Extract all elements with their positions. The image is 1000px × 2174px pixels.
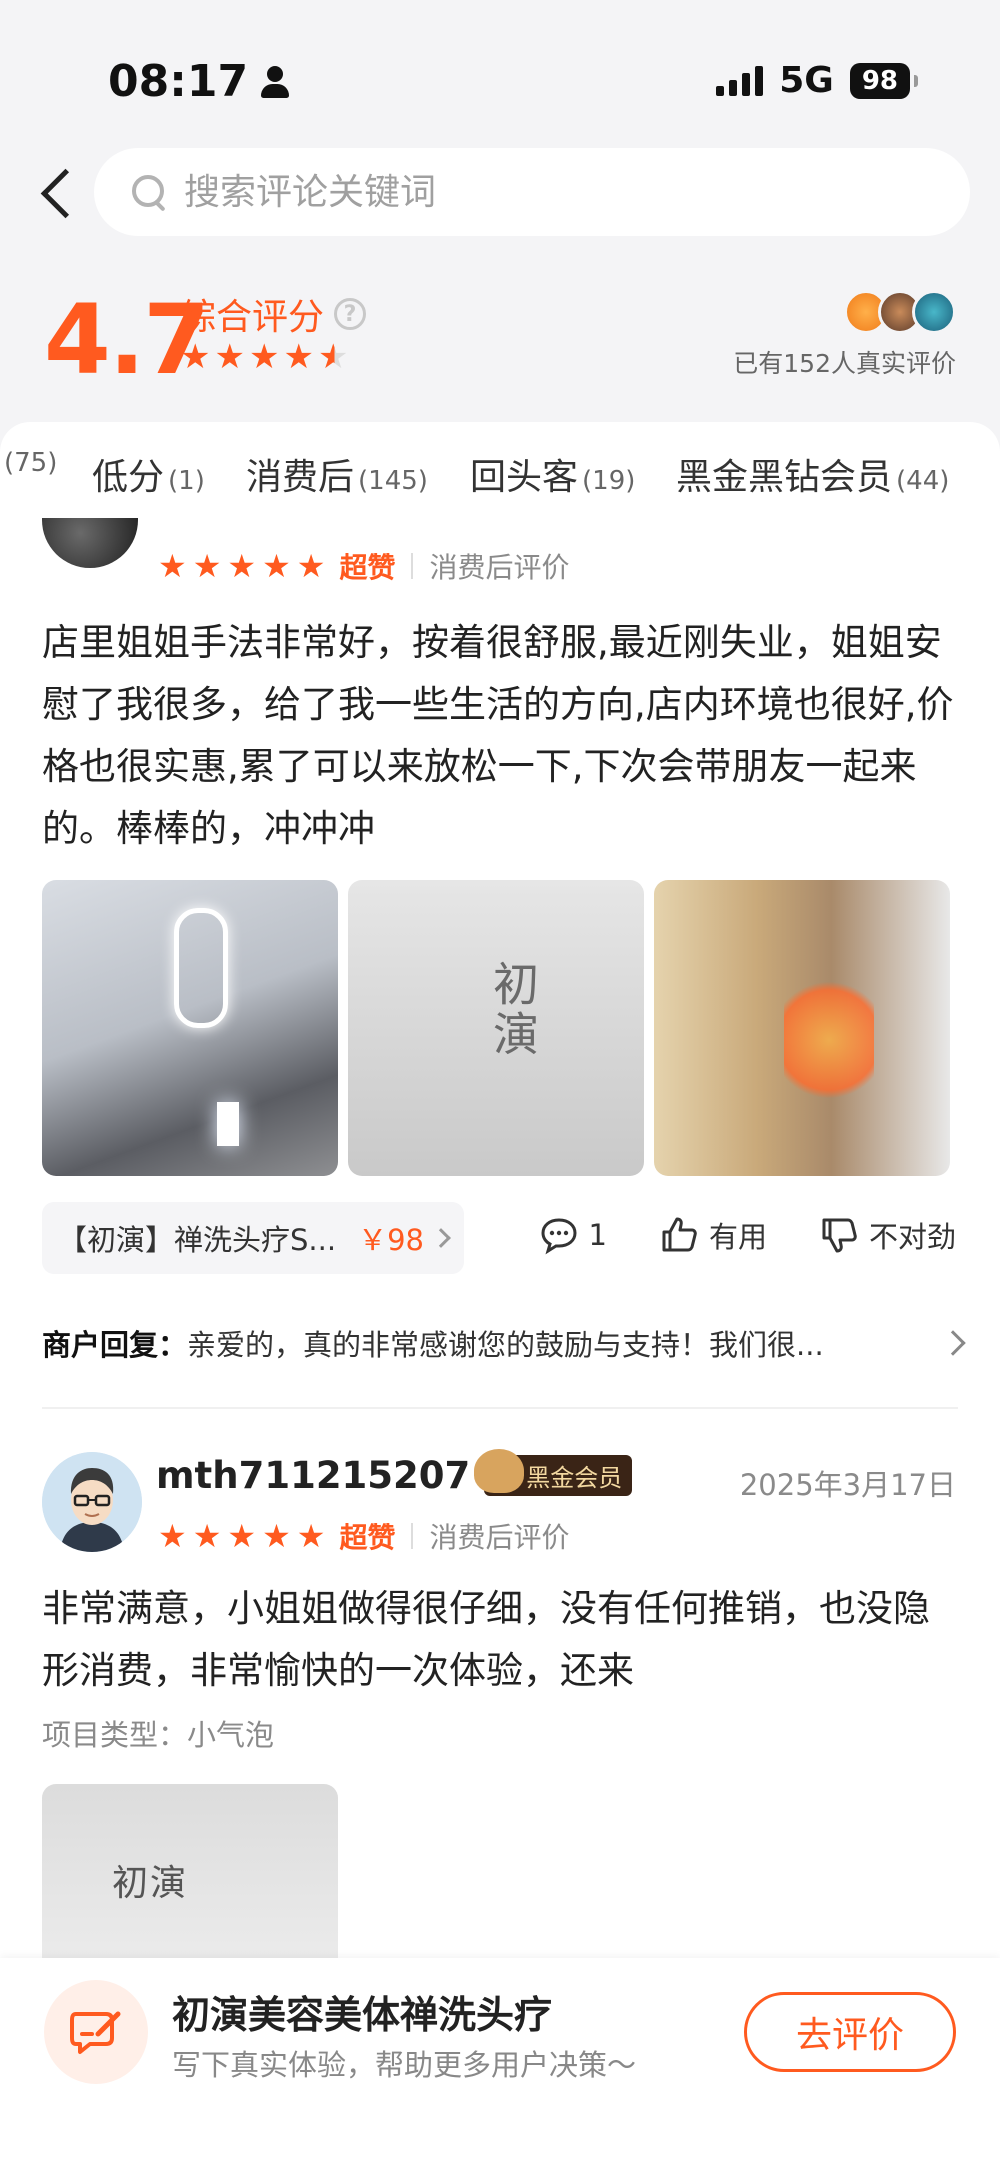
thumbs-down-icon — [822, 1218, 857, 1253]
avatar[interactable] — [42, 518, 138, 568]
star-icon: ★ — [227, 1517, 257, 1555]
review-rating-row: ★ ★ ★ ★ ★ 超赞 消费后评价 — [158, 1516, 569, 1556]
product-name: 【初演】禅洗头疗S... — [58, 1223, 337, 1257]
person-icon — [260, 65, 290, 98]
star-icon: ★ — [158, 547, 187, 585]
bottom-bar: 初演美容美体禅洗头疗 写下真实体验，帮助更多用户决策～ 去评价 — [0, 1958, 1000, 2174]
reviews-card: (75) 低分 (1) 消费后 (145) 回头客 (19) 黑金黑钻会员 (44) ★… — [0, 422, 1000, 1962]
rating-label: 综合评分 ? — [180, 288, 367, 340]
signal-icon — [716, 65, 764, 96]
rating-word: 超赞 — [339, 1521, 396, 1554]
review-divider — [42, 1407, 958, 1409]
search-input[interactable] — [184, 171, 884, 213]
username[interactable]: mth711215207 黑金会员 — [156, 1449, 633, 1497]
half-star-icon: ★ — [317, 337, 349, 377]
chevron-right-icon — [940, 1330, 966, 1356]
review-photo[interactable]: 初演 — [42, 1784, 338, 1962]
photo-sign-text: 初演 — [486, 960, 540, 1060]
back-arrow-icon[interactable] — [30, 162, 90, 222]
status-indicators: 5G 98 — [716, 60, 919, 101]
reply-label: 商户回复： — [42, 1328, 188, 1362]
star-icon: ★ — [227, 547, 257, 585]
tab-low-score[interactable]: 低分 (1) — [92, 448, 205, 500]
shop-name: 初演美容美体禅洗头疗 — [172, 1993, 553, 2037]
reply-text: 亲爱的，真的非常感谢您的鼓励与支持！我们很... — [187, 1328, 824, 1362]
write-review-button[interactable]: 去评价 — [744, 1992, 956, 2072]
review-source: 消费后评价 — [429, 1521, 570, 1554]
review-actions: 1 有用 不对劲 — [539, 1214, 956, 1256]
filter-tabs: (75) 低分 (1) 消费后 (145) 回头客 (19) 黑金黑钻会员 (44) — [0, 448, 1000, 518]
thumbs-up-icon — [662, 1217, 697, 1252]
star-icon: ★ — [296, 547, 326, 585]
useful-button[interactable]: 有用 — [659, 1214, 767, 1256]
divider — [411, 553, 414, 579]
comment-icon — [541, 1218, 577, 1255]
wrong-button[interactable]: 不对劲 — [819, 1214, 956, 1256]
photo-sign-text: 初演 — [112, 1863, 189, 1904]
review-count: 已有152人真实评价 — [733, 349, 956, 378]
avatar[interactable] — [42, 1452, 142, 1552]
tab-black-gold-member[interactable]: 黑金黑钻会员 (44) — [676, 448, 949, 500]
review-photo[interactable] — [42, 880, 338, 1176]
rating-stars: ★ ★ ★ ★ ★ — [180, 340, 348, 374]
review-rating-row: ★ ★ ★ ★ ★ 超赞 消费后评价 — [158, 546, 569, 586]
avatar-illustration — [42, 1452, 142, 1552]
status-bar: 08:17 5G 98 — [0, 0, 1000, 140]
comment-button[interactable]: 1 — [539, 1215, 607, 1255]
star-icon: ★ — [262, 1517, 291, 1555]
help-icon[interactable]: ? — [334, 298, 367, 330]
star-icon: ★ — [214, 337, 245, 377]
shop-subtitle: 写下真实体验，帮助更多用户决策～ — [172, 2048, 637, 2082]
avatar — [912, 290, 956, 334]
product-price: ￥98 — [358, 1223, 424, 1257]
review-date: 2025年3月17日 — [739, 1468, 956, 1502]
star-icon: ★ — [158, 1517, 187, 1555]
edit-review-icon-glyph — [70, 2011, 121, 2054]
tab-all[interactable]: (75) — [0, 448, 57, 478]
battery-icon: 98 — [849, 62, 919, 99]
review-text: 店里姐姐手法非常好，按着很舒服,最近刚失业，姐姐安慰了我很多，给了我一些生活的方… — [42, 621, 954, 850]
star-icon: ★ — [283, 337, 314, 377]
search-icon — [130, 173, 168, 211]
tab-after-purchase[interactable]: 消费后 (145) — [246, 448, 428, 500]
status-time: 08:17 — [108, 56, 290, 107]
review-photo[interactable] — [654, 880, 950, 1176]
review-photo[interactable]: 初演 — [348, 880, 644, 1176]
member-badge-icon — [474, 1449, 525, 1493]
merchant-reply[interactable]: 商户回复： 亲爱的，真的非常感谢您的鼓励与支持！我们很... — [42, 1322, 966, 1364]
chevron-right-icon — [431, 1228, 451, 1248]
star-icon: ★ — [192, 1517, 222, 1555]
edit-review-icon — [44, 1980, 148, 2084]
review-text: 非常满意，小姐姐做得很仔细，没有任何推销，也没隐形消费，非常愉快的一次体验，还来 — [42, 1587, 930, 1692]
star-icon: ★ — [296, 1517, 326, 1555]
tab-returning[interactable]: 回头客 (19) — [470, 448, 635, 500]
search-bar[interactable] — [94, 148, 970, 236]
divider — [411, 1523, 414, 1549]
rating-word: 超赞 — [339, 551, 396, 584]
star-icon: ★ — [192, 547, 222, 585]
star-icon: ★ — [262, 547, 291, 585]
product-chip[interactable]: 【初演】禅洗头疗S... ￥98 — [42, 1202, 464, 1274]
project-type: 项目类型：小气泡 — [42, 1718, 275, 1752]
network-type: 5G — [779, 60, 834, 101]
star-icon: ★ — [248, 337, 280, 377]
review-photos: 初演 — [42, 880, 950, 1176]
star-icon: ★ — [180, 337, 211, 377]
review-source: 消费后评价 — [429, 551, 570, 584]
member-badge: 黑金会员 — [474, 1449, 633, 1496]
reviewer-avatars — [844, 290, 956, 334]
